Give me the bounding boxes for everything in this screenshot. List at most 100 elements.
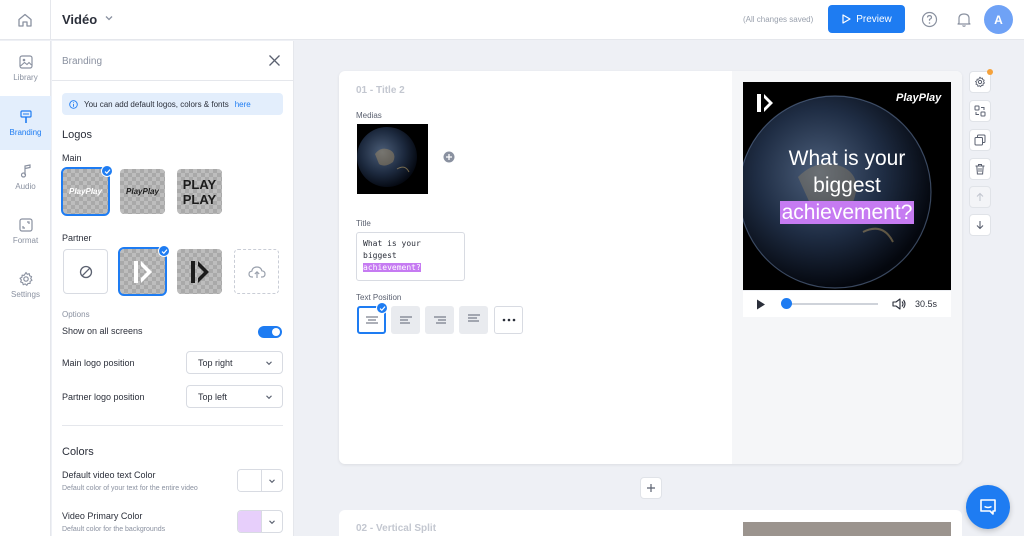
progress-track[interactable] xyxy=(783,303,878,305)
main-logo-option[interactable]: PLAY PLAY xyxy=(177,169,222,214)
text-color-picker[interactable] xyxy=(237,469,283,492)
scene-title[interactable]: 02 - Vertical Split xyxy=(356,523,436,534)
ban-icon xyxy=(79,265,92,278)
text-position-top[interactable] xyxy=(459,306,488,334)
check-icon xyxy=(101,165,113,177)
logo-text: PlayPlay xyxy=(69,187,102,196)
avatar[interactable]: A xyxy=(984,5,1013,34)
video-title-line: biggest xyxy=(813,174,881,197)
trash-icon xyxy=(975,164,985,175)
cloud-upload-icon xyxy=(247,265,266,278)
text-color-subtitle: Default color of your text for the entir… xyxy=(62,485,198,492)
chevron-down-icon xyxy=(266,395,272,400)
align-left-icon xyxy=(399,316,412,324)
rail-item-label: Audio xyxy=(15,182,36,191)
progress-handle[interactable] xyxy=(781,298,792,309)
earth-image xyxy=(357,124,428,194)
brand-logo-text: PlayPlay xyxy=(896,92,942,104)
rail-item-library[interactable]: Library xyxy=(0,41,51,95)
arrow-down-icon xyxy=(976,221,984,230)
add-scene-button[interactable] xyxy=(640,477,662,499)
scene-card[interactable]: 02 - Vertical Split xyxy=(339,510,962,536)
library-icon xyxy=(18,55,33,69)
play-icon xyxy=(842,14,851,24)
primary-color-picker[interactable] xyxy=(237,510,283,533)
select-value: Top right xyxy=(198,357,233,368)
help-icon[interactable] xyxy=(921,11,938,28)
color-swatch xyxy=(238,470,261,491)
chevron-down-icon xyxy=(261,511,282,532)
top-bar: Vidéo (All changes saved) Preview A xyxy=(0,0,1024,40)
playplay-mark-icon xyxy=(133,260,152,283)
panel-title: Branding xyxy=(62,56,103,67)
add-media-icon[interactable] xyxy=(443,151,455,163)
colors-heading: Colors xyxy=(62,446,94,458)
copy-icon xyxy=(974,134,986,146)
rail-item-label: Library xyxy=(13,73,38,82)
plus-icon xyxy=(647,484,655,492)
main-logo-position-select[interactable]: Top right xyxy=(186,351,283,374)
notification-dot xyxy=(987,69,993,75)
chat-support-button[interactable] xyxy=(966,485,1010,529)
media-thumbnail[interactable] xyxy=(357,124,428,194)
gear-icon xyxy=(18,271,33,286)
rail-item-audio[interactable]: Audio xyxy=(0,150,51,204)
show-all-screens-toggle[interactable] xyxy=(258,326,282,338)
project-title[interactable]: Vidéo xyxy=(62,12,97,27)
text-position-left[interactable] xyxy=(391,306,420,334)
partner-logo-option[interactable] xyxy=(177,249,222,294)
main-logo-option[interactable]: PlayPlay xyxy=(61,167,110,216)
primary-color-subtitle: Default color for the backgrounds xyxy=(62,526,166,533)
info-banner: You can add default logos, colors & font… xyxy=(62,93,283,115)
rail-item-settings[interactable]: Settings xyxy=(0,258,51,312)
volume-icon[interactable] xyxy=(892,298,906,310)
bell-icon[interactable] xyxy=(956,11,972,28)
info-text: You can add default logos, colors & font… xyxy=(84,99,229,109)
scene-title[interactable]: 01 - Title 2 xyxy=(356,85,405,96)
video-title-line: What is your xyxy=(788,147,906,170)
video-title-highlight: achievement? xyxy=(779,201,915,224)
change-template-button[interactable] xyxy=(969,100,991,122)
preview-label: Preview xyxy=(856,13,892,25)
medias-label: Medias xyxy=(356,111,382,120)
show-all-screens-label: Show on all screens xyxy=(62,326,143,336)
scene-card[interactable]: 01 - Title 2 Medias Title What is your b… xyxy=(339,71,962,464)
info-link[interactable]: here xyxy=(235,100,251,109)
video-preview[interactable]: PlayPlay What is your biggest achievemen… xyxy=(743,82,951,290)
move-up-button[interactable] xyxy=(969,186,991,208)
title-text-field[interactable]: What is your biggest achievement? xyxy=(356,232,465,281)
home-button[interactable] xyxy=(0,0,51,40)
more-options-button[interactable] xyxy=(494,306,523,334)
scene-preview-pane: PlayPlay What is your biggest achievemen… xyxy=(732,71,962,464)
upload-logo-button[interactable] xyxy=(234,249,279,294)
more-dots-icon xyxy=(502,318,515,322)
delete-scene-button[interactable] xyxy=(969,158,991,180)
branding-icon xyxy=(19,110,32,123)
partner-logo-position-select[interactable]: Top left xyxy=(186,385,283,408)
no-logo-option[interactable] xyxy=(63,249,108,294)
align-right-icon xyxy=(433,316,446,324)
preview-button[interactable]: Preview xyxy=(828,5,905,33)
left-rail: Library Branding Audio Format Settings xyxy=(0,41,51,536)
move-down-button[interactable] xyxy=(969,214,991,236)
playplay-mark-icon xyxy=(190,260,209,283)
check-icon xyxy=(158,245,170,257)
divider xyxy=(62,425,283,426)
save-status: (All changes saved) xyxy=(743,15,814,24)
chat-icon xyxy=(980,499,996,515)
branding-panel: Branding You can add default logos, colo… xyxy=(52,41,294,536)
check-icon xyxy=(376,302,388,314)
main-logo-option[interactable]: PlayPlay xyxy=(120,169,165,214)
options-label: Options xyxy=(62,310,90,319)
title-label: Title xyxy=(356,219,371,228)
chevron-down-icon[interactable] xyxy=(104,13,114,23)
rail-item-branding[interactable]: Branding xyxy=(0,96,51,150)
partner-logo-option[interactable] xyxy=(118,247,167,296)
rail-item-format[interactable]: Format xyxy=(0,204,51,258)
close-icon[interactable] xyxy=(268,54,281,67)
duplicate-scene-button[interactable] xyxy=(969,129,991,151)
play-icon[interactable] xyxy=(756,299,766,310)
chevron-down-icon xyxy=(261,470,282,491)
video-title-overlay: What is your biggest achievement? xyxy=(743,145,951,226)
text-position-right[interactable] xyxy=(425,306,454,334)
